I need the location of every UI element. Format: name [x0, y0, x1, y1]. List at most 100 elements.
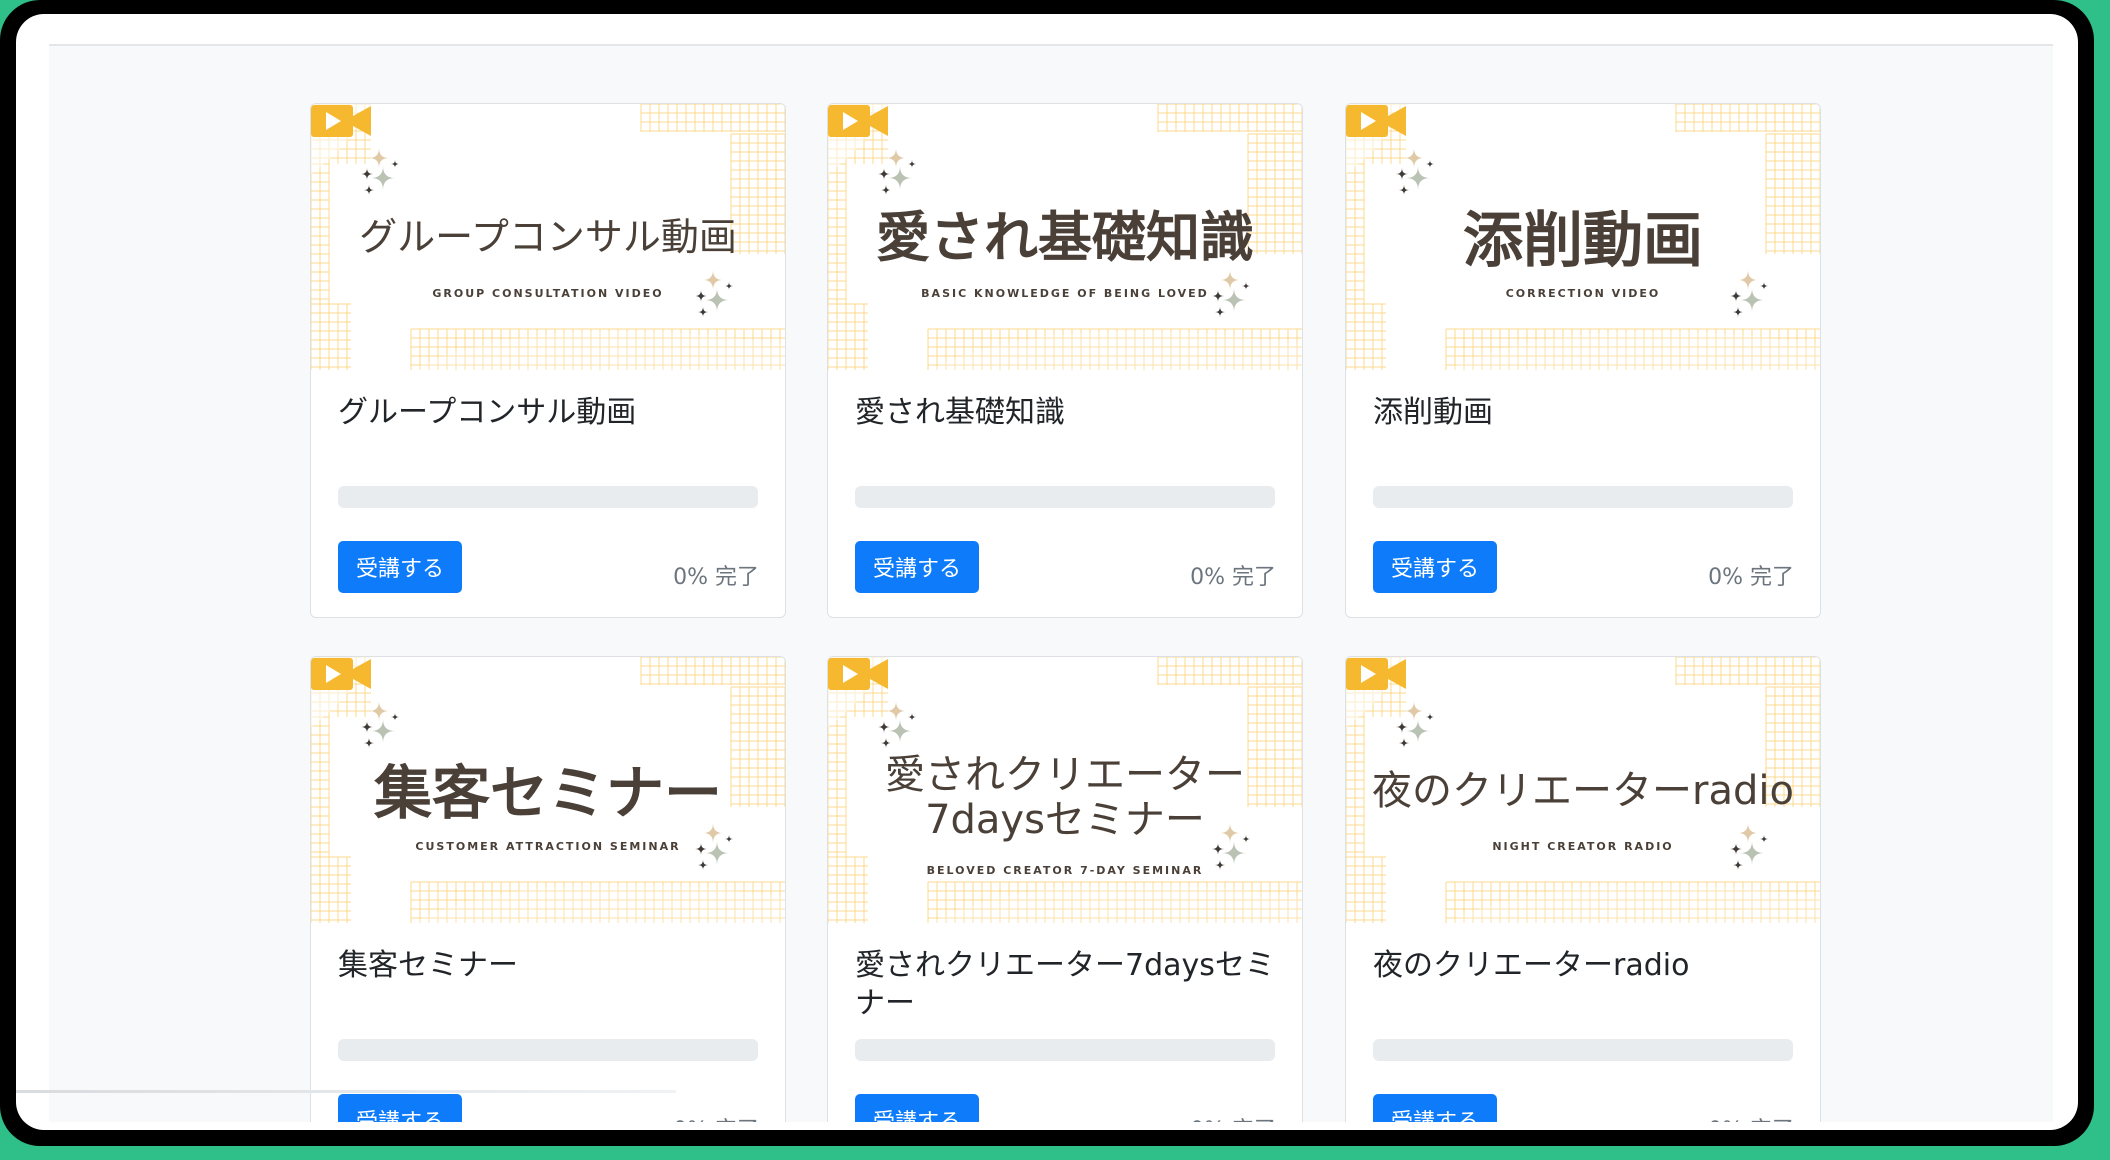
- thumbnail-subtitle: BASIC KNOWLEDGE OF BEING LOVED: [921, 287, 1209, 300]
- course-progress-bar: [338, 1039, 758, 1061]
- course-progress-bar: [338, 486, 758, 508]
- thumbnail-title: 集客セミナー: [311, 761, 785, 826]
- sparkle-sage: [888, 719, 912, 743]
- sparkle-dark: [364, 185, 374, 195]
- grid-patch: [1675, 657, 1820, 685]
- enroll-button[interactable]: 受講する: [855, 1094, 979, 1122]
- thumbnail-subtitle: CUSTOMER ATTRACTION SEMINAR: [415, 840, 681, 853]
- enroll-button[interactable]: 受講する: [855, 541, 979, 593]
- sparkle-sage: [1222, 841, 1246, 865]
- sparkle-sage: [1406, 166, 1430, 190]
- sparkle-dark: [1426, 713, 1434, 721]
- sparkle-dark: [878, 721, 890, 733]
- video-camera-icon: [311, 658, 371, 690]
- video-camera-icon: [1346, 105, 1406, 137]
- sparkle-dark: [878, 168, 890, 180]
- course-thumbnail[interactable]: 愛されクリエーター 7daysセミナー BELOVED CREATOR 7-DAY…: [828, 657, 1302, 923]
- course-card-5: 愛されクリエーター 7daysセミナー BELOVED CREATOR 7-DAY…: [827, 656, 1303, 1122]
- course-progress-bar: [1373, 486, 1793, 508]
- course-title[interactable]: 集客セミナー: [338, 947, 768, 985]
- sparkle-dark: [391, 160, 399, 168]
- course-title[interactable]: 愛され基礎知識: [855, 394, 1285, 432]
- sparkle-dark: [1396, 721, 1408, 733]
- course-title[interactable]: 添削動画: [1373, 394, 1803, 432]
- enroll-button[interactable]: 受講する: [1373, 1094, 1497, 1122]
- sparkle-icon: [361, 701, 399, 748]
- course-title[interactable]: グループコンサル動画: [338, 394, 768, 432]
- thumbnail-title-line: 7daysセミナー: [925, 796, 1205, 843]
- sparkle-dark: [391, 713, 399, 721]
- thumbnail-title-line: 愛され基礎知識: [876, 206, 1254, 269]
- enroll-button[interactable]: 受講する: [1373, 541, 1497, 593]
- sparkle-dark: [1426, 160, 1434, 168]
- sparkle-sage: [371, 166, 395, 190]
- thumbnail-subtitle: BELOVED CREATOR 7-DAY SEMINAR: [926, 864, 1204, 877]
- sparkle-beige: [886, 148, 906, 168]
- sparkle-sage: [1406, 719, 1430, 743]
- grid-patch: [828, 303, 868, 370]
- sparkle-dark: [1212, 843, 1224, 855]
- video-camera-icon: [1346, 658, 1406, 690]
- thumbnail-title: 愛され基礎知識: [828, 206, 1302, 269]
- video-camera-icon: [828, 105, 888, 137]
- course-title[interactable]: 夜のクリエーターradio: [1373, 947, 1803, 985]
- sparkle-dark: [698, 860, 708, 870]
- sparkle-sage: [371, 719, 395, 743]
- sparkle-dark: [364, 738, 374, 748]
- course-card-4: 集客セミナー CUSTOMER ATTRACTION SEMINAR 集客セミナ…: [310, 656, 786, 1122]
- sparkle-beige: [886, 701, 906, 721]
- thumbnail-title-line: 集客セミナー: [373, 759, 722, 827]
- progress-percent-label: 0% 完了: [1708, 1112, 1794, 1122]
- thumbnail-title: 添削動画: [1346, 206, 1820, 276]
- course-card-2: 愛され基礎知識 BASIC KNOWLEDGE OF BEING LOVED 愛…: [827, 103, 1303, 618]
- grid-patch: [1346, 303, 1386, 370]
- device-frame: グループコンサル動画 GROUP CONSULTATION VIDEO グループ…: [0, 0, 2094, 1146]
- sparkle-dark: [881, 185, 891, 195]
- sparkle-icon: [878, 701, 916, 748]
- progress-percent-label: 0% 完了: [673, 1112, 759, 1122]
- progress-percent-label: 0% 完了: [1190, 565, 1276, 590]
- thumbnail-title: 愛されクリエーター 7daysセミナー: [828, 753, 1302, 843]
- grid-patch: [1346, 856, 1386, 923]
- scroll-edge: [16, 1090, 676, 1093]
- thumbnail-title-line: 添削動画: [1463, 206, 1703, 276]
- sparkle-dark: [1396, 168, 1408, 180]
- course-thumbnail[interactable]: 愛され基礎知識 BASIC KNOWLEDGE OF BEING LOVED: [828, 104, 1302, 370]
- sparkle-beige: [1404, 701, 1424, 721]
- course-title[interactable]: 愛されクリエーター7daysセミナー: [855, 947, 1285, 1023]
- sparkle-dark: [908, 160, 916, 168]
- course-list-page: グループコンサル動画 GROUP CONSULTATION VIDEO グループ…: [49, 44, 2053, 1122]
- sparkle-icon: [1396, 148, 1434, 195]
- course-thumbnail[interactable]: 添削動画 CORRECTION VIDEO: [1346, 104, 1820, 370]
- grid-patch: [640, 104, 785, 132]
- sparkle-icon: [1396, 701, 1434, 748]
- course-card-3: 添削動画 CORRECTION VIDEO 添削動画 受講する 0% 完了: [1345, 103, 1821, 618]
- sparkle-dark: [1215, 307, 1225, 317]
- enroll-button[interactable]: 受講する: [338, 1094, 462, 1122]
- course-card-6: 夜のクリエーターradio NIGHT CREATOR RADIO 夜のクリエー…: [1345, 656, 1821, 1122]
- grid-patch: [311, 856, 351, 923]
- sparkle-icon: [878, 148, 916, 195]
- sparkle-sage: [888, 166, 912, 190]
- thumbnail-subtitle: GROUP CONSULTATION VIDEO: [432, 287, 664, 300]
- thumbnail-title-line: グループコンサル動画: [359, 215, 737, 259]
- course-thumbnail[interactable]: グループコンサル動画 GROUP CONSULTATION VIDEO: [311, 104, 785, 370]
- grid-patch: [1157, 104, 1302, 132]
- thumbnail-title-line: 愛されクリエーター: [885, 752, 1245, 798]
- sparkle-icon: [361, 148, 399, 195]
- grid-patch: [311, 303, 351, 370]
- enroll-button[interactable]: 受講する: [338, 541, 462, 593]
- sparkle-beige: [369, 148, 389, 168]
- course-thumbnail[interactable]: 集客セミナー CUSTOMER ATTRACTION SEMINAR: [311, 657, 785, 923]
- sparkle-dark: [908, 713, 916, 721]
- grid-patch: [640, 657, 785, 685]
- browser-viewport: グループコンサル動画 GROUP CONSULTATION VIDEO グループ…: [16, 14, 2078, 1130]
- progress-percent-label: 0% 完了: [1708, 565, 1794, 590]
- sparkle-dark: [881, 738, 891, 748]
- sparkle-dark: [1733, 307, 1743, 317]
- sparkle-dark: [361, 168, 373, 180]
- course-card-1: グループコンサル動画 GROUP CONSULTATION VIDEO グループ…: [310, 103, 786, 618]
- thumbnail-subtitle: CORRECTION VIDEO: [1505, 287, 1661, 300]
- course-thumbnail[interactable]: 夜のクリエーターradio NIGHT CREATOR RADIO: [1346, 657, 1820, 923]
- progress-percent-label: 0% 完了: [673, 565, 759, 590]
